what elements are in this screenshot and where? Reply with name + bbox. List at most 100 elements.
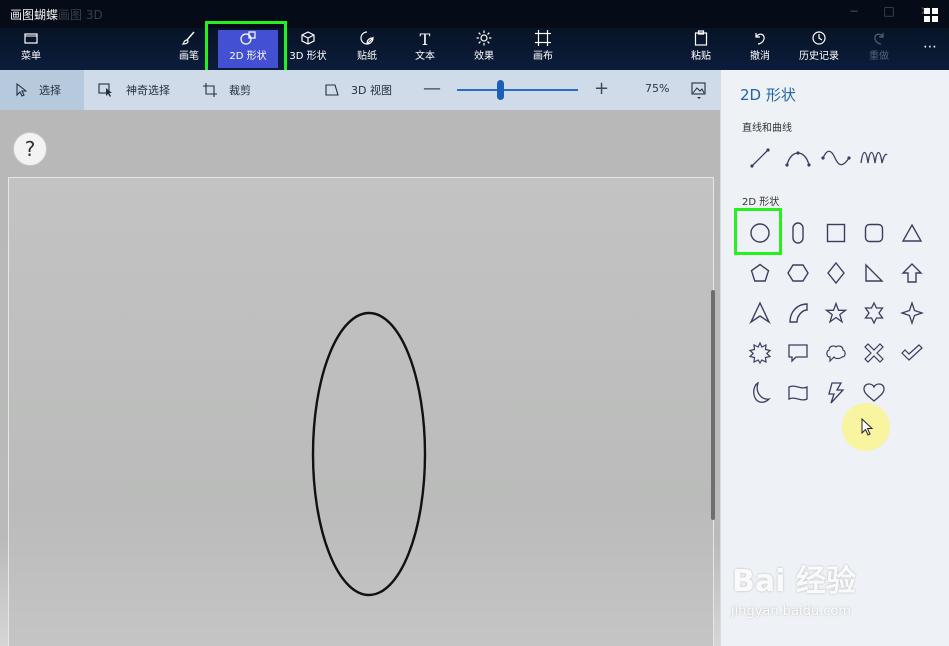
history-icon xyxy=(794,30,844,50)
tab-stickers[interactable]: 贴纸 xyxy=(348,30,386,68)
hexagon-icon[interactable] xyxy=(783,258,813,288)
paste-label: 粘贴 xyxy=(691,51,711,62)
diamond-icon[interactable] xyxy=(821,258,851,288)
banner-icon[interactable] xyxy=(783,378,813,408)
capsule-icon[interactable] xyxy=(783,218,813,248)
zigzag-wave-icon[interactable] xyxy=(859,143,889,173)
star-5-icon[interactable] xyxy=(821,298,851,328)
magic-select-icon xyxy=(98,83,112,97)
tab-canvas-label: 画布 xyxy=(533,51,553,62)
tab-canvas[interactable]: 画布 xyxy=(524,30,562,68)
view-3d-button[interactable]: 3D 视图 xyxy=(325,70,405,110)
thought-bubble-icon[interactable] xyxy=(821,338,851,368)
menu-label: 菜单 xyxy=(21,51,41,62)
history-label: 历史记录 xyxy=(799,51,839,62)
history-button[interactable]: 历史记录 xyxy=(794,30,844,68)
right-triangle-icon[interactable] xyxy=(859,258,889,288)
tab-effects-label: 效果 xyxy=(474,51,494,62)
quarter-circle-icon[interactable] xyxy=(783,298,813,328)
window-title: 画图蝴蝶 xyxy=(10,8,59,22)
menu-button[interactable]: 菜单 xyxy=(10,30,52,68)
more-button[interactable]: ⋯ xyxy=(916,30,944,68)
drawing-canvas[interactable] xyxy=(8,177,714,646)
baidu-watermark: Bai 经验 xyxy=(732,564,856,599)
highlight-frame-circle xyxy=(734,208,782,255)
zoom-value: 75% xyxy=(645,82,670,95)
zoom-slider-track[interactable] xyxy=(457,89,578,91)
highlight-frame-tab xyxy=(205,21,287,74)
arrow-up-icon[interactable] xyxy=(897,258,927,288)
pentagon-icon[interactable] xyxy=(745,258,775,288)
view-3d-icon xyxy=(325,84,339,96)
tab-text-label: 文本 xyxy=(415,51,435,62)
clipboard-icon xyxy=(684,30,718,50)
speech-bubble-icon[interactable] xyxy=(783,338,813,368)
paste-button[interactable]: 粘贴 xyxy=(684,30,718,68)
shapes-section-title: 2D 形状 xyxy=(742,197,780,208)
app-name: 画图 3D xyxy=(58,8,103,22)
baidu-watermark-url: jingyan.baidu.com xyxy=(731,604,851,619)
canvas-drawing xyxy=(311,311,427,597)
zoom-in-button[interactable]: + xyxy=(594,78,609,99)
vertical-scrollbar[interactable] xyxy=(711,290,715,520)
lightning-icon[interactable] xyxy=(821,378,851,408)
select-label: 选择 xyxy=(39,84,61,97)
magic-select-label: 神奇选择 xyxy=(126,84,170,97)
magic-select-tool[interactable]: 神奇选择 xyxy=(98,70,188,110)
tab-brushes-label: 画笔 xyxy=(179,51,199,62)
crop-icon xyxy=(203,83,217,97)
tab-text[interactable]: T 文本 xyxy=(406,30,444,68)
panel-title: 2D 形状 xyxy=(740,86,796,104)
curve-icon[interactable] xyxy=(783,143,813,173)
check-icon[interactable] xyxy=(897,338,927,368)
tab-stickers-label: 贴纸 xyxy=(357,51,377,62)
lines-section-title: 直线和曲线 xyxy=(742,123,792,134)
sticker-icon xyxy=(348,30,386,50)
burst-icon[interactable] xyxy=(745,338,775,368)
sun-icon xyxy=(465,30,503,50)
drawn-ellipse[interactable] xyxy=(311,311,427,597)
help-button[interactable]: ? xyxy=(13,132,47,166)
select-tool[interactable]: 选择 xyxy=(0,70,84,110)
crop-label: 裁剪 xyxy=(229,84,251,97)
tablet-mode-icon[interactable] xyxy=(924,7,938,26)
undo-label: 撤消 xyxy=(750,51,770,62)
tab-3d-shapes[interactable]: 3D 形状 xyxy=(288,30,328,68)
toolbar: 选择 神奇选择 裁剪 3D 视图 — + 75% xyxy=(0,70,720,110)
tab-brushes[interactable]: 画笔 xyxy=(170,30,208,68)
folder-icon xyxy=(10,30,52,50)
rounded-square-icon[interactable] xyxy=(859,218,889,248)
redo-label: 重做 xyxy=(869,51,889,62)
view-3d-label: 3D 视图 xyxy=(351,84,392,97)
undo-icon xyxy=(743,30,777,50)
mouse-pointer-icon xyxy=(861,417,874,440)
maximize-button[interactable]: □ xyxy=(878,4,900,22)
brush-icon xyxy=(170,30,208,50)
arrowhead-icon[interactable] xyxy=(745,298,775,328)
text-icon: T xyxy=(419,30,431,49)
moon-icon[interactable] xyxy=(745,378,775,408)
undo-button[interactable]: 撤消 xyxy=(743,30,777,68)
wave-icon[interactable] xyxy=(821,143,851,173)
redo-icon xyxy=(862,30,896,50)
cross-icon[interactable] xyxy=(859,338,889,368)
paint3d-window: 画图蝴蝶 画图 3D − □ ✕ 菜单 画笔 2D 形状 xyxy=(0,0,949,646)
ribbon: 菜单 画笔 2D 形状 3D 形状 贴纸 T 文本 效果 画布 粘贴 撤消 历史… xyxy=(0,28,949,70)
redo-button[interactable]: 重做 xyxy=(862,30,896,68)
minimize-button[interactable]: − xyxy=(843,4,865,22)
star-6-icon[interactable] xyxy=(859,298,889,328)
square-icon[interactable] xyxy=(821,218,851,248)
tab-3d-shapes-label: 3D 形状 xyxy=(289,51,327,62)
star-4-icon[interactable] xyxy=(897,298,927,328)
3d-cube-icon xyxy=(288,30,328,50)
zoom-out-button[interactable]: — xyxy=(423,78,441,99)
pointer-icon xyxy=(16,83,27,97)
image-view-icon[interactable] xyxy=(691,82,707,104)
canvas-icon xyxy=(524,30,562,50)
title-bar: 画图蝴蝶 画图 3D − □ ✕ xyxy=(0,0,949,28)
tab-effects[interactable]: 效果 xyxy=(465,30,503,68)
crop-tool[interactable]: 裁剪 xyxy=(203,70,273,110)
zoom-slider-thumb[interactable] xyxy=(497,80,504,100)
triangle-icon[interactable] xyxy=(897,218,927,248)
line-icon[interactable] xyxy=(745,143,775,173)
